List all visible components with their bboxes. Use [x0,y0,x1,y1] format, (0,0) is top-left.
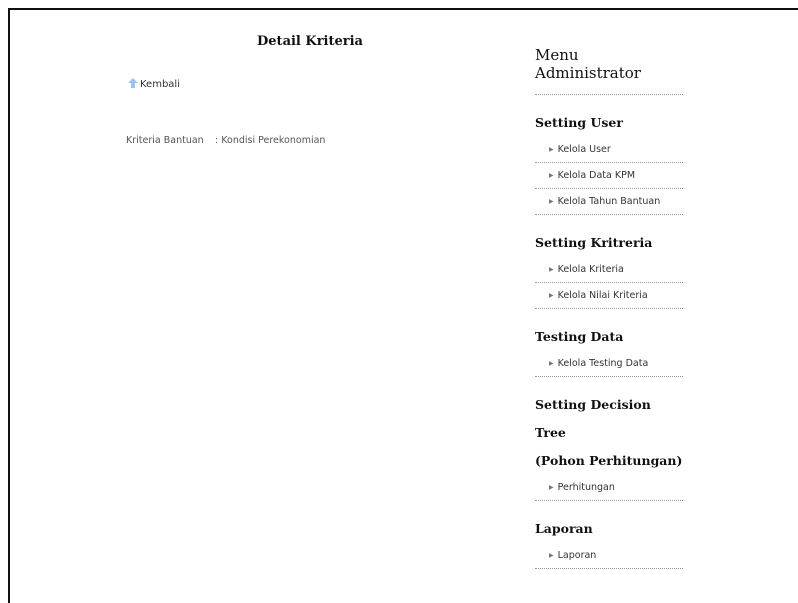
triangle-right-icon: ▶ [549,146,554,153]
menu-item-kelola-kriteria[interactable]: ▶ Kelola Kriteria [535,257,683,283]
triangle-right-icon: ▶ [549,172,554,179]
menu-item-kelola-nilai-kriteria[interactable]: ▶ Kelola Nilai Kriteria [535,283,683,309]
triangle-right-icon: ▶ [549,360,554,367]
triangle-right-icon: ▶ [549,266,554,273]
triangle-right-icon: ▶ [549,292,554,299]
triangle-right-icon: ▶ [549,484,554,491]
page-frame: Detail Kriteria Kembali Kriteria Bantuan… [8,8,798,603]
detail-value: : Kondisi Perekonomian [215,135,326,146]
group-title-setting-user: Setting User [535,115,623,130]
sidebar-title: Menu Administrator [535,46,683,95]
group-title-laporan: Laporan [535,521,593,536]
group-title-testing-data: Testing Data [535,329,624,344]
detail-row: Kriteria Bantuan : Kondisi Perekonomian [126,135,325,146]
up-arrow-icon [128,78,138,88]
back-link-label: Kembali [140,79,180,90]
main-content: Detail Kriteria Kembali Kriteria Bantuan… [10,10,510,603]
back-link[interactable]: Kembali [128,78,180,90]
page-title: Detail Kriteria [257,34,363,49]
group-title-pohon-perhitungan: (Pohon Perhitungan) [535,453,683,468]
group-title-decision-tree: Setting Decision Tree [535,397,651,440]
triangle-right-icon: ▶ [549,552,554,559]
menu-item-perhitungan[interactable]: ▶ Perhitungan [535,475,683,501]
sidebar-menu: Menu Administrator Setting User ▶ Kelola … [535,46,683,569]
group-title-setting-kriteria: Setting Kritreria [535,235,653,250]
detail-label: Kriteria Bantuan [126,135,204,146]
menu-item-kelola-user[interactable]: ▶ Kelola User [535,137,683,163]
menu-item-kelola-tahun-bantuan[interactable]: ▶ Kelola Tahun Bantuan [535,189,683,215]
triangle-right-icon: ▶ [549,198,554,205]
menu-item-laporan[interactable]: ▶ Laporan [535,543,683,569]
menu-item-kelola-data-kpm[interactable]: ▶ Kelola Data KPM [535,163,683,189]
menu-item-kelola-testing-data[interactable]: ▶ Kelola Testing Data [535,351,683,377]
